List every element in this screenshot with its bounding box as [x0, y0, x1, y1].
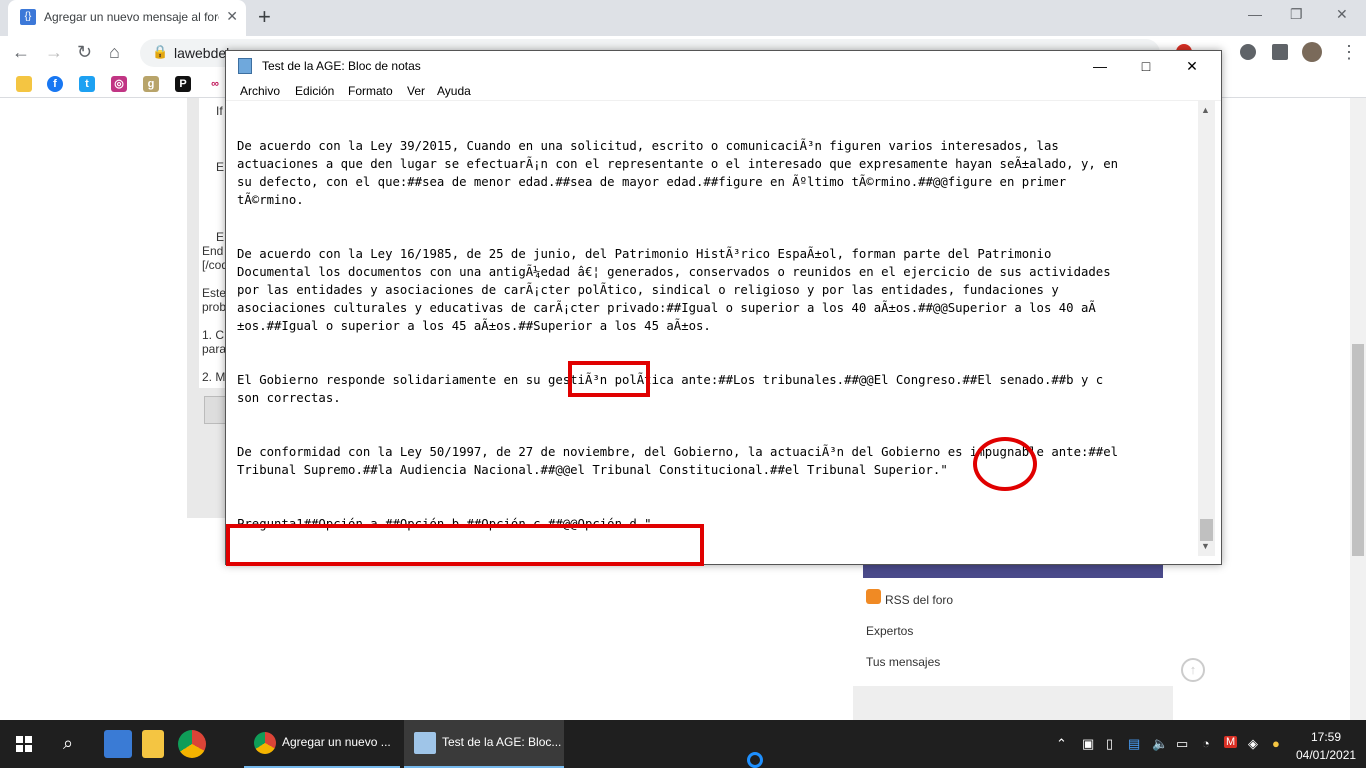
tab-title: Agregar un nuevo mensaje al foro — [44, 10, 219, 24]
page-fragment: E — [216, 230, 225, 244]
search-icon[interactable]: ⌕ — [63, 733, 73, 754]
chrome-icon — [254, 732, 276, 754]
twitter-icon[interactable]: t — [79, 76, 95, 92]
notepad-scrollbar-thumb[interactable] — [1200, 519, 1213, 541]
notepad-icon — [238, 58, 252, 74]
volume-icon[interactable]: 🔈 — [1152, 736, 1168, 752]
notepad-scrollbar[interactable] — [1198, 101, 1215, 556]
page-fragment: 1. C — [202, 328, 225, 342]
instagram-icon[interactable]: ◎ — [111, 76, 127, 92]
highlight-ellipse — [973, 437, 1037, 491]
tab-favicon-icon: {} — [20, 9, 36, 25]
browser-close-button[interactable]: ✕ — [1336, 6, 1348, 23]
text-line: actuaciones a que den lugar se efectuarÃ… — [237, 157, 1118, 171]
text-line: De acuerdo con la Ley 16/1985, de 25 de … — [237, 247, 1052, 261]
browser-restore-button[interactable]: ❐ — [1290, 6, 1303, 23]
rss-icon — [866, 589, 881, 604]
text-line: por las entidades y asociaciones de carÃ… — [237, 283, 1059, 297]
goodreads-icon[interactable]: g — [143, 76, 159, 92]
menu-edicion[interactable]: Edición — [295, 84, 334, 98]
sidebar-footer — [853, 686, 1173, 720]
reload-icon[interactable]: ↻ — [77, 42, 92, 63]
tray-app-icon[interactable]: ▣ — [1082, 736, 1094, 752]
highlight-box-gestion — [568, 361, 650, 397]
usb-icon[interactable]: ▯ — [1106, 736, 1113, 752]
text-line: De acuerdo con la Ley 39/2015, Cuando en… — [237, 139, 1059, 153]
avatar[interactable] — [1302, 42, 1322, 62]
taskbar-task-notepad[interactable]: Test de la AGE: Bloc... — [404, 720, 564, 768]
page-scrollbar-thumb[interactable] — [1352, 344, 1364, 556]
text-line: El Gobierno responde solidariamente en s… — [237, 373, 1104, 387]
menu-archivo[interactable]: Archivo — [240, 84, 280, 98]
rss-link[interactable]: RSS del foro — [885, 593, 953, 607]
page-fragment: para — [202, 342, 227, 356]
clock-time[interactable]: 17:59 — [1296, 730, 1356, 744]
start-button[interactable] — [16, 736, 32, 752]
network-icon[interactable]: ◔ — [1202, 736, 1210, 751]
browser-minimize-button[interactable]: — — [1248, 6, 1262, 22]
text-line: son correctas. — [237, 391, 341, 405]
shield-icon[interactable]: ◈ — [1248, 736, 1258, 752]
taskbar-task-chrome[interactable]: Agregar un nuevo ... — [244, 720, 400, 768]
text-line: ±os.##Igual o superior a los 45 aÃ±os.##… — [237, 319, 711, 333]
extension-gray-icon[interactable] — [1240, 44, 1256, 60]
page-fragment: E — [216, 160, 225, 174]
file-explorer-icon[interactable] — [142, 730, 164, 758]
notepad-menubar: Archivo Edición Formato Ver Ayuda — [226, 81, 1221, 101]
tus-mensajes-link[interactable]: Tus mensajes — [866, 655, 940, 669]
notepad-window: Test de la AGE: Bloc de notas — □ ✕ Arch… — [225, 50, 1222, 565]
new-tab-button[interactable]: + — [258, 4, 271, 30]
notepad-title: Test de la AGE: Bloc de notas — [262, 59, 421, 73]
chrome-icon[interactable] — [178, 730, 206, 758]
clock-date[interactable]: 04/01/2021 — [1296, 748, 1356, 762]
this-pc-icon[interactable] — [104, 730, 132, 758]
tab-close-icon[interactable]: ✕ — [226, 8, 238, 25]
menu-ayuda[interactable]: Ayuda — [437, 84, 471, 98]
text-line: asociaciones culturales y educativas de … — [237, 301, 1096, 315]
home-icon[interactable]: ⌂ — [109, 42, 120, 63]
notepad-minimize-button[interactable]: — — [1077, 51, 1123, 81]
notepad-text-area[interactable]: De acuerdo con la Ley 39/2015, Cuando en… — [226, 101, 1198, 553]
page-fragment: prob — [202, 300, 227, 314]
tray-chevron-icon[interactable]: ⌃ — [1056, 736, 1067, 752]
scroll-top-icon[interactable]: ↑ — [1181, 658, 1205, 682]
browser-tab-strip: {} Agregar un nuevo mensaje al foro ✕ + … — [0, 0, 1366, 36]
menu-formato[interactable]: Formato — [348, 84, 393, 98]
menu-kebab-icon[interactable]: ⋮ — [1340, 42, 1358, 63]
page-fragment: End — [202, 244, 224, 258]
lock-icon: 🔒 — [152, 44, 169, 59]
weather-icon[interactable]: ● — [1272, 736, 1280, 751]
page-fragment: 2. M — [202, 370, 226, 384]
gmail-icon[interactable]: M — [1224, 736, 1238, 748]
facebook-icon[interactable]: f — [47, 76, 63, 92]
text-line: Tribunal Supremo.##la Audiencia Nacional… — [237, 463, 948, 477]
taskbar-task-label: Agregar un nuevo ... — [282, 735, 391, 749]
notepad-icon — [414, 732, 436, 754]
text-line: su defecto, con el que:##sea de menor ed… — [237, 175, 1067, 189]
forward-arrow-icon[interactable]: → — [45, 42, 63, 63]
text-line: tÃ©rmino. — [237, 193, 304, 207]
back-arrow-icon[interactable]: ← — [12, 42, 30, 63]
windows-taskbar: ⌕ Agregar un nuevo ... Test de la AGE: B… — [0, 720, 1366, 768]
notepad-titlebar[interactable]: Test de la AGE: Bloc de notas — □ ✕ — [226, 51, 1221, 81]
taskbar-task-label: Test de la AGE: Bloc... — [442, 735, 562, 749]
notepad-maximize-button[interactable]: □ — [1123, 51, 1169, 81]
notepad-close-button[interactable]: ✕ — [1169, 51, 1215, 81]
scroll-down-icon[interactable]: ▼ — [1201, 541, 1210, 551]
scroll-up-icon[interactable]: ▲ — [1201, 105, 1210, 115]
loading-cursor-icon — [747, 752, 763, 768]
browser-tab[interactable]: {} Agregar un nuevo mensaje al foro ✕ — [8, 0, 246, 36]
text-line: Documental los documentos con una antigÃ… — [237, 265, 1111, 279]
puzzle-icon[interactable] — [1272, 44, 1288, 60]
battery-icon[interactable]: ▭ — [1176, 736, 1188, 752]
p-icon[interactable]: P — [175, 76, 191, 92]
outlook-icon[interactable]: ▤ — [1128, 736, 1140, 752]
expertos-link[interactable]: Expertos — [866, 624, 913, 638]
page-fragment: Este — [202, 286, 227, 300]
highlight-box-last-line — [226, 524, 704, 566]
link-icon[interactable]: ∞ — [207, 76, 223, 92]
folder-icon[interactable] — [16, 76, 32, 92]
page-fragment: If — [216, 104, 223, 118]
menu-ver[interactable]: Ver — [407, 84, 425, 98]
